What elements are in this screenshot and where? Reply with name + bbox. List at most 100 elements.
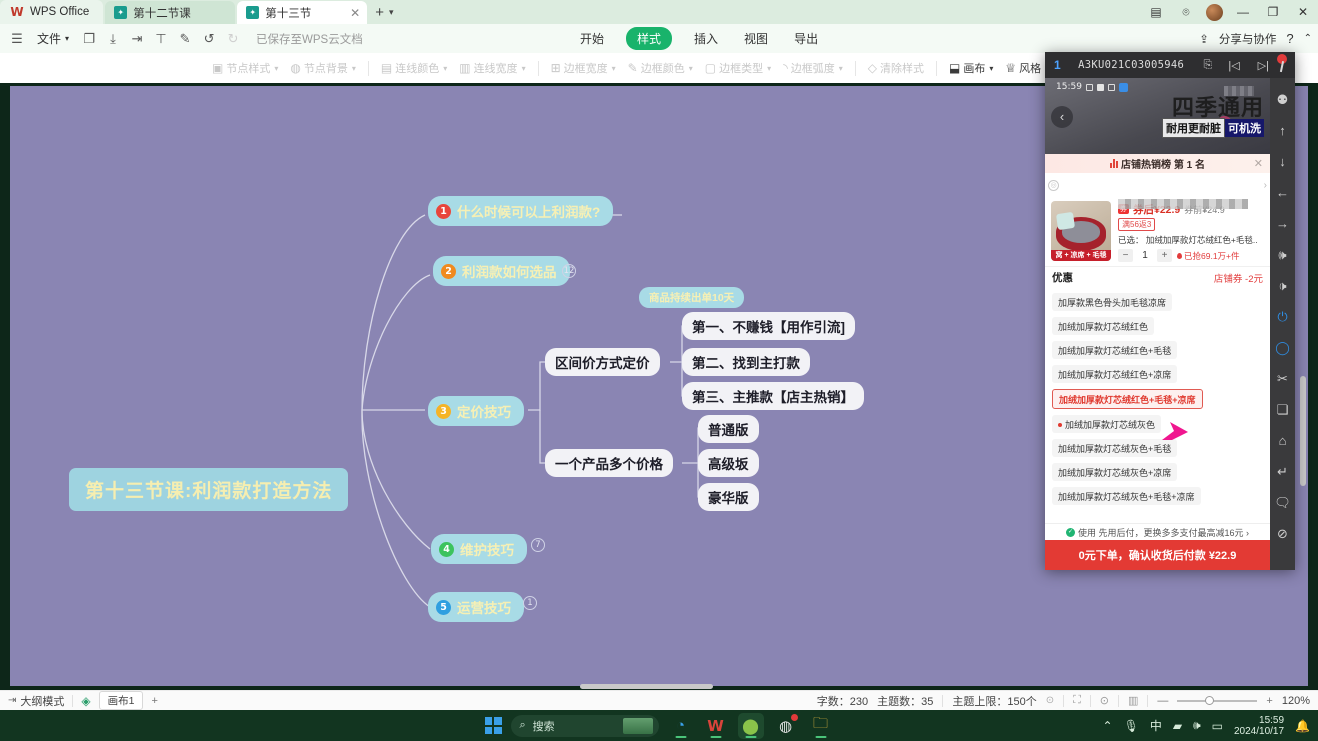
close-icon[interactable]: ✕	[1254, 157, 1263, 170]
zoom-slider-handle[interactable]	[1205, 696, 1214, 705]
toolbar-border-color[interactable]: ✎ 边框颜色 ▾	[622, 57, 699, 79]
taskbar-app-android[interactable]: ⬤	[738, 713, 764, 739]
tab-start[interactable]: 开始	[576, 28, 608, 49]
volume-down-icon[interactable]: 🕩	[1270, 270, 1295, 301]
back-icon[interactable]: ‹	[1051, 106, 1073, 128]
close-button[interactable]: ✕	[1288, 0, 1318, 24]
bell-icon[interactable]: 🔔	[1295, 719, 1310, 733]
mindmap-branch-2[interactable]: 2 利润款如何选品	[433, 256, 570, 286]
branch-5-child-count[interactable]: 1	[523, 596, 537, 610]
taskbar-app-edge[interactable]: ◔	[668, 713, 694, 739]
close-icon[interactable]: ✕	[350, 7, 360, 19]
mindmap-pricing-g2-child-3[interactable]: 豪华版	[698, 483, 759, 511]
mindmap-pricing-g1-child-3[interactable]: 第三、主推款【店主热销】	[682, 382, 864, 410]
save-icon[interactable]: ⤓	[102, 28, 124, 50]
toolbar-line-color[interactable]: ▤ 连线颜色 ▾	[375, 57, 453, 79]
tab-export[interactable]: 导出	[790, 28, 822, 49]
outline-mode-button[interactable]: ⇥ 大纲模式	[8, 693, 64, 709]
volume-icon[interactable]: 🕪	[1193, 718, 1201, 733]
branch-4-child-count[interactable]: 7	[531, 538, 545, 552]
format-painter-icon[interactable]: ⊤	[150, 28, 172, 50]
scrollbar-thumb[interactable]	[580, 684, 713, 689]
presentation-icon[interactable]: ▥	[1128, 694, 1138, 707]
option-item[interactable]: 加绒加厚款灯芯绒红色+毛毯	[1052, 341, 1177, 359]
mindmap-central-node[interactable]: 第十三节课:利润款打造方法	[69, 468, 348, 511]
chevron-up-icon[interactable]: ⌃	[1103, 719, 1113, 733]
quantity-decrease-button[interactable]: −	[1118, 249, 1133, 262]
maximize-button[interactable]: ❐	[1258, 0, 1288, 24]
canvas-icon[interactable]: ◈	[81, 694, 90, 708]
chevron-down-icon[interactable]: ▾	[389, 7, 394, 18]
ime-icon[interactable]: 中	[1150, 717, 1162, 734]
mindmap-branch-1[interactable]: 1 什么时候可以上利润款?	[428, 196, 613, 226]
option-item[interactable]: 加绒加厚款灯芯绒灰色+毛毯+凉席	[1052, 487, 1201, 505]
mindmap-pricing-group-2[interactable]: 一个产品多个价格	[545, 449, 673, 477]
prev-icon[interactable]: |◁	[1226, 59, 1241, 72]
mindmap-branch-4[interactable]: 4 维护技巧	[431, 534, 527, 564]
copy-icon[interactable]: ⎘	[1202, 59, 1215, 72]
fit-screen-icon[interactable]: ⛶	[1073, 694, 1081, 707]
tab-style[interactable]: 样式	[626, 27, 672, 50]
toolbar-line-width[interactable]: ▥ 连线宽度 ▾	[453, 57, 531, 79]
sidebar-toggle-icon[interactable]: ▤	[1141, 0, 1171, 24]
option-item[interactable]: 加绒加厚款灯芯绒红色	[1052, 317, 1154, 335]
phone-mirror-window[interactable]: 1 A3KU021C03005946 ⎘ |◁ ▷| 15:59 ‹	[1045, 52, 1295, 570]
option-item-selected[interactable]: 加绒加厚款灯芯绒红色+毛毯+凉席	[1052, 389, 1203, 409]
export-icon[interactable]: ⇥	[126, 28, 148, 50]
chevron-right-icon[interactable]: ›	[1264, 180, 1267, 191]
zoom-in-button[interactable]: +	[1266, 695, 1272, 707]
shield-icon[interactable]: ⌾	[1171, 0, 1201, 24]
document-tab-1[interactable]: ✦ 第十二节课	[105, 1, 235, 24]
pay-later-note[interactable]: ✓ 使用 先用后付，更换多多支付最高减16元 ›	[1045, 523, 1270, 540]
taskbar-clock[interactable]: 15:59 2024/10/17	[1234, 715, 1284, 737]
taskbar-app-wps[interactable]: W	[703, 713, 729, 739]
mindmap-pricing-g1-child-2[interactable]: 第二、找到主打款	[682, 348, 810, 376]
rotation-lock-icon[interactable]: ⊘	[1270, 518, 1295, 549]
taskbar-app-obs[interactable]: ◍	[773, 713, 799, 739]
product-option-list[interactable]: 加厚款黑色骨头加毛毯凉席 加绒加厚款灯芯绒红色 加绒加厚款灯芯绒红色+毛毯 加绒…	[1045, 288, 1270, 508]
document-tab-2[interactable]: ✦ 第十三节 ✕	[237, 1, 367, 24]
mindmap-pricing-group-1[interactable]: 区间价方式定价	[545, 348, 660, 376]
mindmap-pricing-g1-child-1[interactable]: 第一、不赚钱【用作引流]	[682, 312, 855, 340]
next-icon[interactable]: ▷|	[1256, 59, 1271, 72]
collapse-ribbon-icon[interactable]: ⌃	[1304, 33, 1312, 44]
canvas-tab-1[interactable]: 画布1	[99, 691, 144, 710]
wifi-icon[interactable]: ▰	[1173, 719, 1182, 733]
toolbar-border-radius[interactable]: ◝ 边框弧度 ▾	[777, 57, 849, 79]
home-icon[interactable]: ⌂	[1270, 425, 1295, 456]
option-item[interactable]: 加绒加厚款灯芯绒红色+凉席	[1052, 365, 1177, 383]
toolbar-border-type[interactable]: ▢ 边框类型 ▾	[699, 57, 777, 79]
wps-office-home-tab[interactable]: W WPS Office	[0, 0, 103, 24]
new-tab-button[interactable]: + ▾	[367, 0, 401, 24]
battery-icon[interactable]: ▭	[1212, 719, 1223, 733]
toolbar-clear-style[interactable]: ◇ 清除样式	[862, 57, 930, 79]
option-item[interactable]: 加厚款黑色骨头加毛毯凉席	[1052, 293, 1172, 311]
mindmap-branch-3[interactable]: 3 定价技巧	[428, 396, 524, 426]
option-item[interactable]: 加绒加厚款灯芯绒灰色	[1052, 415, 1161, 433]
scissors-icon[interactable]: ✂	[1270, 363, 1295, 394]
minimize-button[interactable]: —	[1228, 0, 1258, 24]
toolbar-node-background[interactable]: ◍ 节点背景 ▾	[284, 57, 362, 79]
place-order-button[interactable]: 0元下单，确认收货后付款 ¥22.9	[1045, 540, 1270, 570]
product-thumbnail[interactable]: 窝 + 凉席 + 毛毯	[1051, 201, 1111, 261]
toolbar-node-style[interactable]: ▣ 节点样式 ▾	[206, 57, 284, 79]
lightbulb-icon[interactable]: ◯	[1270, 332, 1295, 363]
canvas-horizontal-scrollbar[interactable]	[10, 683, 1308, 690]
undo-icon[interactable]: ↺	[198, 28, 220, 50]
pin-icon[interactable]	[1275, 54, 1289, 72]
shop-rank-banner[interactable]: 店铺热销榜 第 1 名 ✕	[1045, 154, 1270, 173]
hamburger-icon[interactable]: ☰	[6, 28, 28, 50]
canvas-vertical-scrollbar[interactable]	[1300, 376, 1306, 486]
avatar[interactable]	[1206, 4, 1223, 21]
arrow-up-icon[interactable]: ↑	[1270, 115, 1295, 146]
quantity-stepper[interactable]: − 1 + 已抢69.1万+件	[1118, 249, 1264, 262]
help-icon[interactable]: ?	[1286, 31, 1293, 46]
mirror-screen[interactable]: 15:59 ‹ 四季通用 耐用更耐脏 可机洗	[1045, 78, 1270, 570]
clone-icon[interactable]: ❏	[1270, 394, 1295, 425]
power-icon[interactable]: ⏻	[1270, 301, 1295, 332]
file-menu-button[interactable]: 文件 ▾	[30, 28, 76, 49]
help-circle-icon[interactable]: ⊙	[1046, 695, 1054, 706]
message-icon[interactable]: 🗨	[1270, 487, 1295, 518]
back-icon[interactable]: ↵	[1270, 456, 1295, 487]
coupon-row[interactable]: 优惠 店铺券 -2元	[1045, 266, 1270, 288]
